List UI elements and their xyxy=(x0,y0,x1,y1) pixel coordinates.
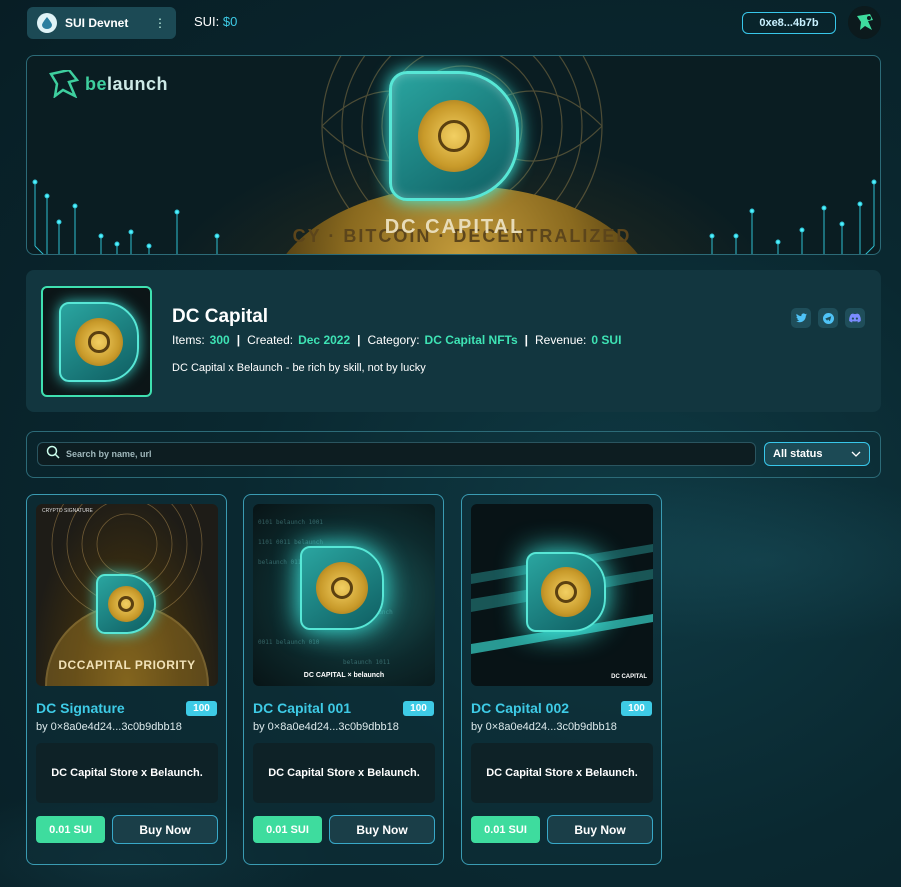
twitter-icon[interactable] xyxy=(791,308,811,328)
price-button[interactable]: 0.01 SUI xyxy=(253,816,322,843)
creator-address: by 0×8a0e4d24...3c0b9dbb18 xyxy=(253,721,399,733)
creator-address: by 0×8a0e4d24...3c0b9dbb18 xyxy=(36,721,182,733)
collection-banner: CY · BITCOIN · DECENTRALIZED belaunch DC… xyxy=(26,55,881,255)
collection-name: DC Capital xyxy=(172,306,269,327)
price-button[interactable]: 0.01 SUI xyxy=(471,816,540,843)
belaunch-rocket-icon xyxy=(49,70,79,98)
collection-description: DC Capital x Belaunch - be rich by skill… xyxy=(172,362,426,374)
nft-name[interactable]: DC Signature xyxy=(36,700,125,716)
dc-logo-icon xyxy=(300,546,384,630)
nft-image: CRYPTO SIGNATURE DCCAPITAL PRIORITY xyxy=(36,504,218,686)
image-caption: DC CAPITAL × belaunch xyxy=(303,672,385,679)
svg-text:0101 belaunch 1001: 0101 belaunch 1001 xyxy=(258,519,323,526)
buy-now-button[interactable]: Buy Now xyxy=(112,815,218,844)
collection-meta: Items: 300 | Created: Dec 2022 | Categor… xyxy=(172,333,621,347)
image-caption: DC CAPITAL xyxy=(611,674,647,680)
supply-badge: 100 xyxy=(403,701,434,716)
wallet-address-button[interactable]: 0xe8...4b7b xyxy=(742,12,836,34)
nft-name[interactable]: DC Capital 002 xyxy=(471,700,569,716)
gold-coin-icon xyxy=(75,318,123,366)
search-input[interactable] xyxy=(66,449,716,459)
brand-prefix: be xyxy=(85,73,108,94)
discord-icon[interactable] xyxy=(845,308,865,328)
updown-caret-icon: ⋮ xyxy=(154,16,166,30)
belaunch-logo: belaunch xyxy=(49,70,168,98)
nft-image: 0101 belaunch 1001 1101 0011 belaunch bel… xyxy=(253,504,435,686)
svg-text:1101 0011 belaunch: 1101 0011 belaunch xyxy=(258,539,323,546)
nft-card[interactable]: 0101 belaunch 1001 1101 0011 belaunch bel… xyxy=(243,494,444,865)
nft-image: DC CAPITAL xyxy=(471,504,653,686)
gold-coin-icon xyxy=(108,586,144,622)
top-bar: SUI Devnet ⋮ SUI: $0 0xe8...4b7b xyxy=(0,0,901,46)
category-value: DC Capital NFTs xyxy=(424,333,518,347)
gold-coin-icon xyxy=(418,100,490,172)
gold-coin-icon xyxy=(541,567,591,617)
dc-capital-logo xyxy=(389,71,519,201)
dc-logo-icon xyxy=(96,574,156,634)
nft-card[interactable]: DC CAPITAL DC Capital 002 100 by 0×8a0e4… xyxy=(461,494,662,865)
separator: | xyxy=(524,333,529,347)
collection-thumbnail xyxy=(41,286,152,397)
items-label: Items: xyxy=(172,333,205,347)
belaunch-wordmark: belaunch xyxy=(85,74,168,95)
status-value: All status xyxy=(773,448,823,460)
buy-now-button[interactable]: Buy Now xyxy=(547,815,653,844)
filter-bar: All status xyxy=(26,431,881,478)
nft-description: DC Capital Store x Belaunch. xyxy=(253,743,435,803)
circuit-lines-left xyxy=(32,179,220,254)
balance-label: SUI: xyxy=(194,14,220,29)
nft-description: DC Capital Store x Belaunch. xyxy=(36,743,218,803)
creator-address: by 0×8a0e4d24...3c0b9dbb18 xyxy=(471,721,617,733)
revenue-label: Revenue: xyxy=(535,333,587,347)
network-label: SUI Devnet xyxy=(65,16,129,30)
search-box xyxy=(37,442,756,466)
separator: | xyxy=(236,333,241,347)
network-selector[interactable]: SUI Devnet ⋮ xyxy=(27,7,176,39)
separator: | xyxy=(357,333,361,347)
dc-logo-icon xyxy=(526,552,606,632)
supply-badge: 100 xyxy=(186,701,217,716)
search-icon xyxy=(46,445,60,464)
chevron-down-icon xyxy=(851,451,861,457)
status-select[interactable]: All status xyxy=(764,442,870,466)
price-button[interactable]: 0.01 SUI xyxy=(36,816,105,843)
nft-description: DC Capital Store x Belaunch. xyxy=(471,743,653,803)
category-label: Category: xyxy=(367,333,420,347)
created-label: Created: xyxy=(247,333,294,347)
gold-coin-icon xyxy=(316,562,368,614)
buy-now-button[interactable]: Buy Now xyxy=(329,815,435,844)
nft-card[interactable]: CRYPTO SIGNATURE DCCAPITAL PRIORITY DC S… xyxy=(26,494,227,865)
supply-badge: 100 xyxy=(621,701,652,716)
avatar[interactable] xyxy=(848,6,881,39)
created-value: Dec 2022 xyxy=(298,333,351,347)
banner-title: DC CAPITAL xyxy=(384,216,525,238)
telegram-icon[interactable] xyxy=(818,308,838,328)
dc-logo-icon xyxy=(59,302,139,382)
svg-text:0011 belaunch 010: 0011 belaunch 010 xyxy=(258,639,320,646)
items-value: 300 xyxy=(209,333,230,347)
image-caption: DCCAPITAL PRIORITY xyxy=(58,658,196,672)
revenue-value: 0 SUI xyxy=(591,333,622,347)
balance-value: $0 xyxy=(222,14,238,29)
circuit-lines-right xyxy=(709,179,877,254)
nft-name[interactable]: DC Capital 001 xyxy=(253,700,351,716)
brand-suffix: launch xyxy=(107,73,169,94)
image-tag: CRYPTO SIGNATURE xyxy=(42,508,93,514)
svg-text:belaunch 1011: belaunch 1011 xyxy=(343,659,390,666)
wallet-balance: SUI: $0 xyxy=(194,14,237,29)
sui-drop-icon xyxy=(37,13,57,33)
collection-info: DC Capital Items: 300 | Created: Dec 202… xyxy=(26,270,881,412)
